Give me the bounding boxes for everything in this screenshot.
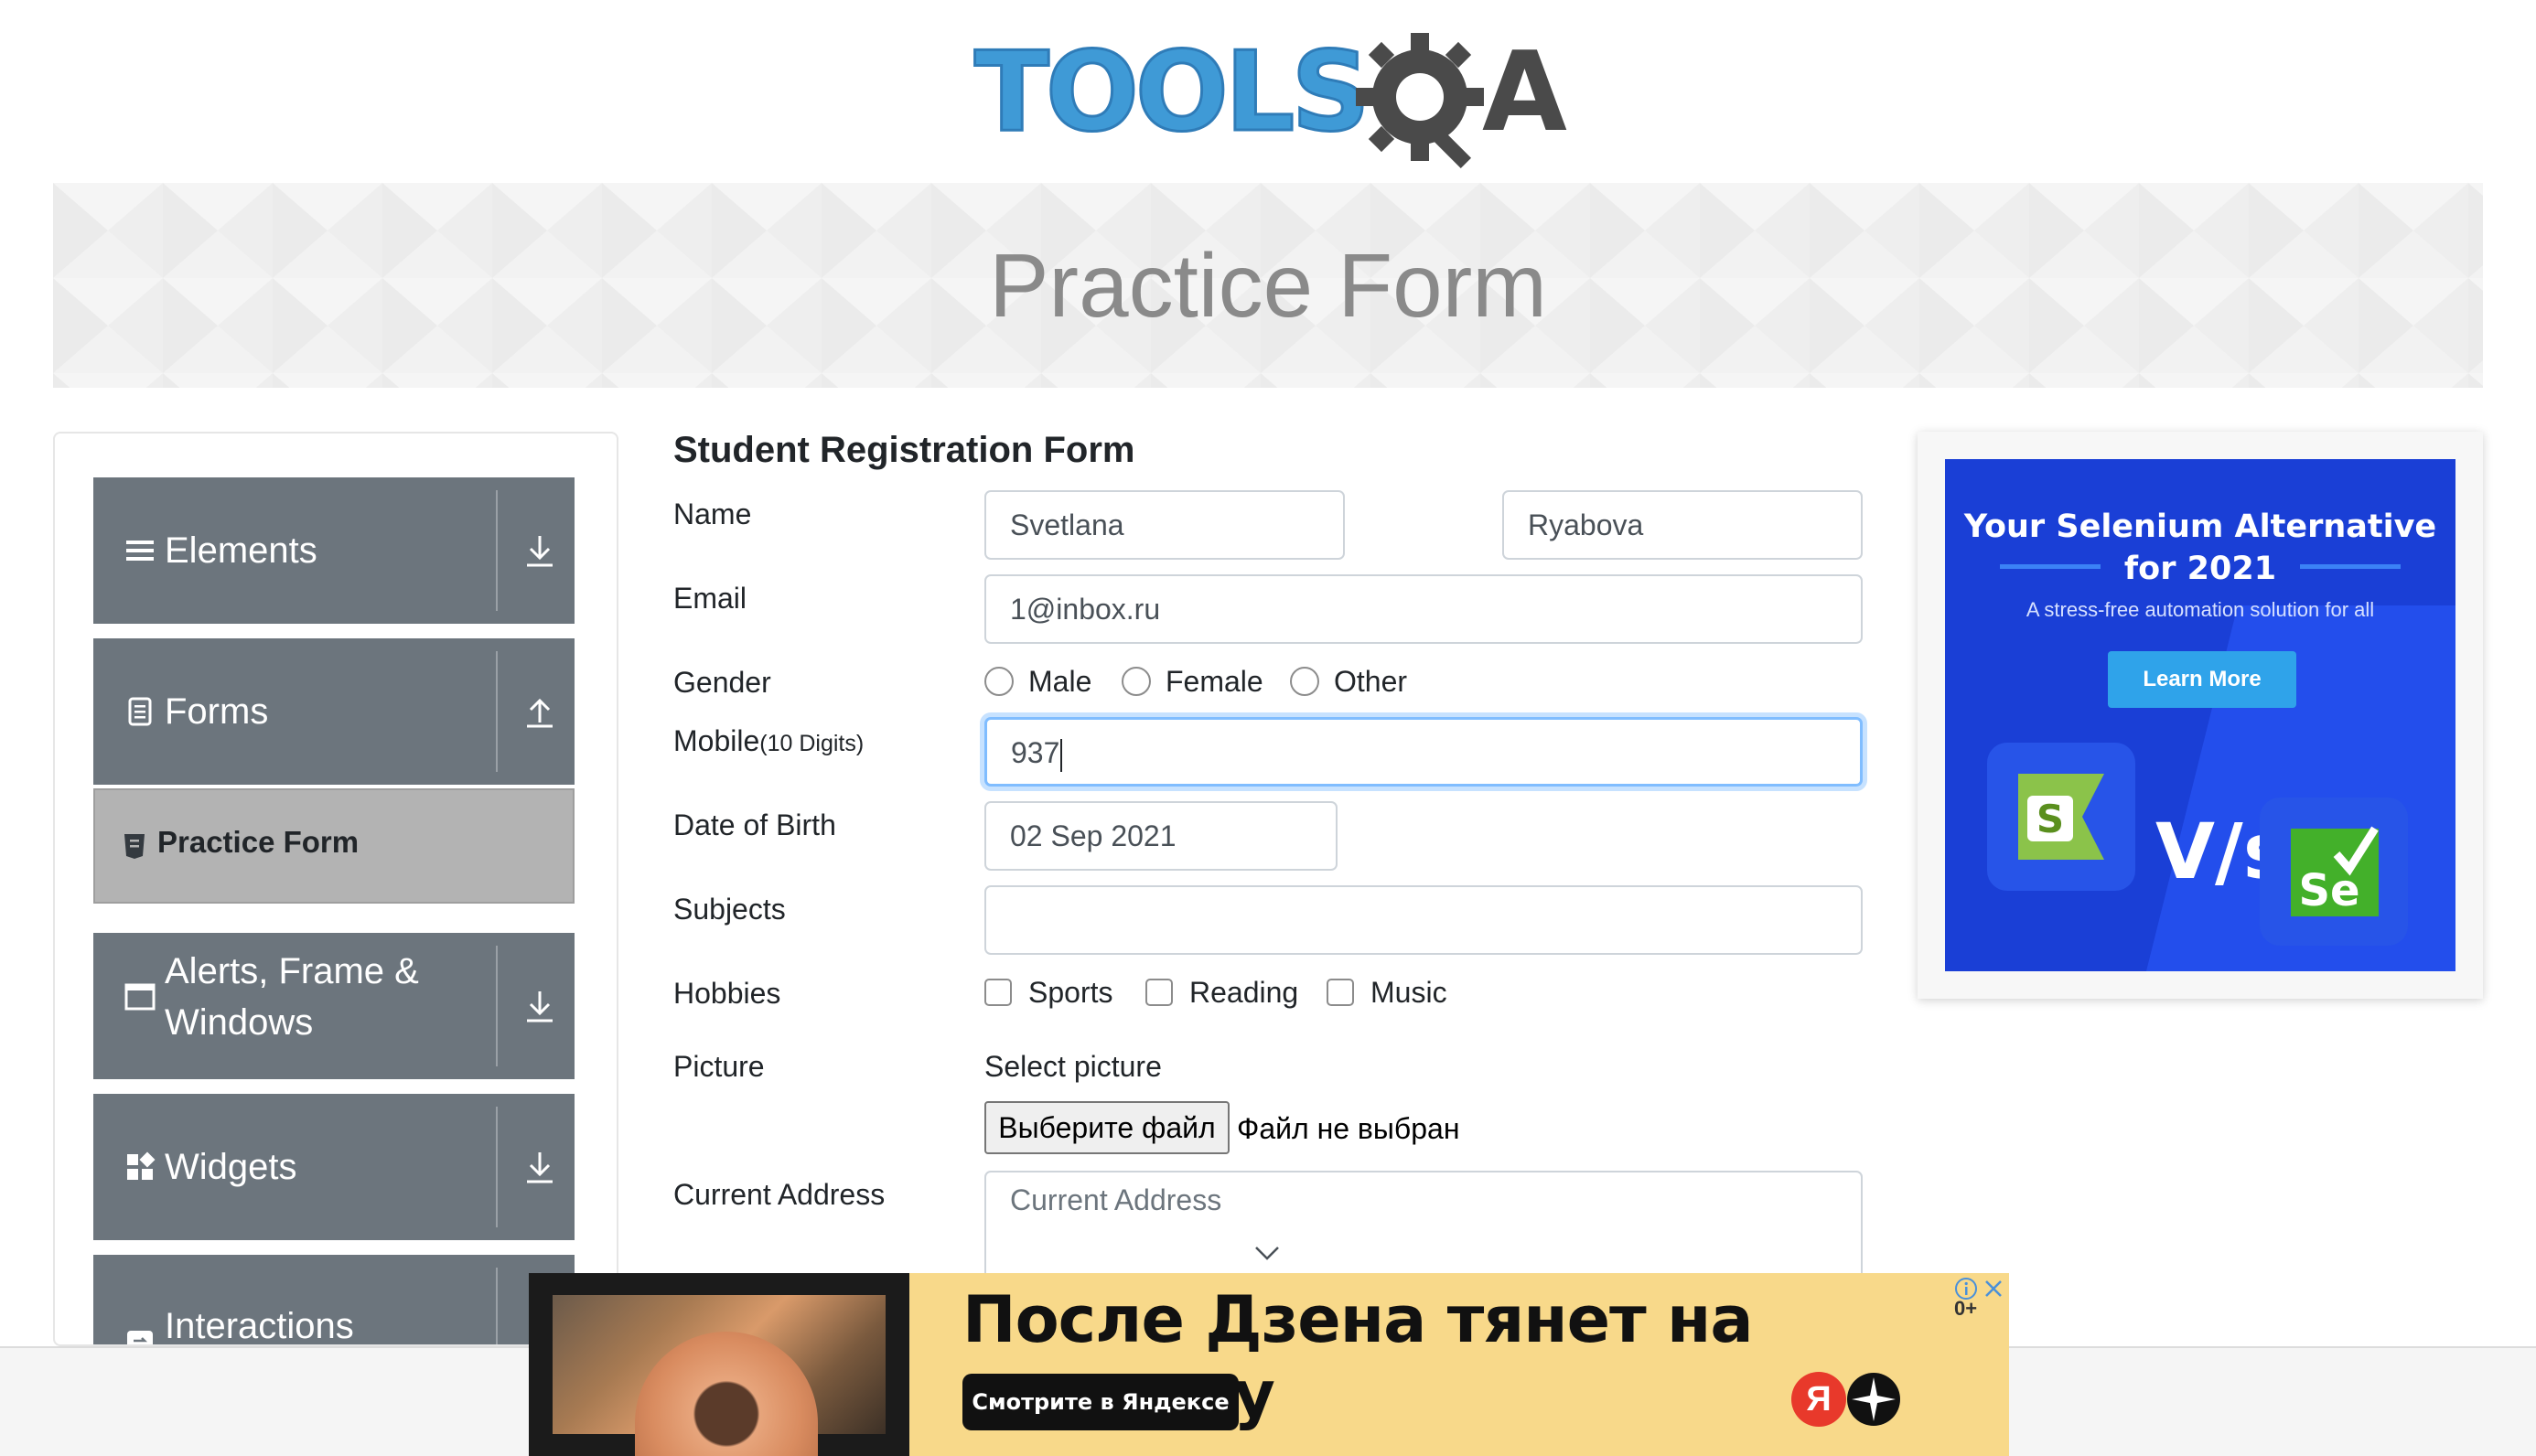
- star-icon: [1847, 1373, 1900, 1426]
- logo-a-text: A: [1482, 29, 1567, 156]
- divider: [496, 490, 498, 611]
- watch-in-yandex-button[interactable]: Смотрите в Яндексе: [962, 1374, 1239, 1430]
- learn-more-button[interactable]: Learn More: [2108, 651, 2296, 708]
- sidebar-group-interactions[interactable]: Interactions: [93, 1255, 575, 1346]
- mobile-input[interactable]: 937: [984, 717, 1863, 787]
- divider: [496, 1107, 498, 1227]
- subjects-label: Subjects: [673, 893, 786, 926]
- ad-s-logo-icon: S: [2018, 774, 2104, 860]
- age-rating: 0+: [1954, 1297, 1978, 1320]
- ad-logo-left: S: [1987, 743, 2135, 891]
- gender-option-label[interactable]: Other: [1334, 665, 1407, 699]
- sidebar-group-label: Widgets: [165, 1147, 297, 1187]
- form-title: Student Registration Form: [673, 430, 1135, 470]
- download-icon[interactable]: [523, 532, 556, 569]
- dob-label: Date of Birth: [673, 808, 836, 841]
- selenium-logo-icon: Se: [2291, 826, 2379, 916]
- email-input[interactable]: 1@inbox.ru: [984, 574, 1863, 644]
- hamburger-icon: [126, 541, 154, 561]
- sidebar-group-alerts[interactable]: Alerts, Frame & Windows: [93, 933, 575, 1079]
- ad-title-line2: for 2021: [2123, 551, 2277, 587]
- name-label: Name: [673, 498, 752, 530]
- ad-logo-letters: Se: [2298, 865, 2359, 916]
- sidebar-item-label: Practice Form: [157, 825, 360, 859]
- yandex-logo: Я: [1791, 1372, 1846, 1427]
- hobby-option-label[interactable]: Reading: [1189, 976, 1298, 1010]
- file-status: Файл не выбран: [1237, 1112, 1460, 1145]
- window-icon: [124, 983, 156, 1011]
- hobby-checkbox-reading[interactable]: [1145, 979, 1173, 1006]
- mobile-value: 937: [1011, 736, 1060, 769]
- sidebar-group-label-line2: Windows: [165, 1002, 314, 1043]
- hobby-option-label[interactable]: Sports: [1028, 976, 1112, 1010]
- gender-radio-female[interactable]: [1122, 667, 1151, 696]
- sidebar-group-label: Alerts, Frame &: [165, 951, 419, 991]
- ad-title-line1: Your Selenium Alternative: [1963, 509, 2437, 545]
- upload-icon[interactable]: [523, 693, 556, 730]
- divider: [496, 946, 498, 1066]
- select-picture-label: Select picture: [984, 1050, 1162, 1083]
- date-of-birth-input[interactable]: 02 Sep 2021: [984, 801, 1338, 871]
- download-icon[interactable]: [523, 1149, 556, 1185]
- close-icon[interactable]: [1982, 1277, 2005, 1301]
- gender-label: Gender: [673, 666, 771, 699]
- sidebar-item-practice-form[interactable]: Practice Form: [93, 788, 575, 904]
- sidebar-group-label: Elements: [165, 530, 317, 571]
- subjects-input[interactable]: [984, 885, 1863, 955]
- last-name-input[interactable]: Ryabova: [1502, 490, 1863, 560]
- page-banner: Practice Form: [53, 183, 2483, 388]
- chevron-down-icon: [1255, 1247, 1279, 1260]
- gender-option-label[interactable]: Female: [1166, 665, 1263, 699]
- sidebar-group-forms[interactable]: Forms: [93, 638, 575, 785]
- interactions-icon: [127, 1331, 153, 1344]
- toolsqa-logo[interactable]: TOOLS A: [973, 27, 1569, 169]
- ad-logo-letter: S: [2036, 797, 2064, 841]
- sidebar-group-label: Forms: [165, 691, 269, 732]
- bottom-advertisement[interactable]: После Дзена тянет на природу Смотрите в …: [529, 1273, 2009, 1456]
- right-advertisement[interactable]: Your Selenium Alternative for 2021 A str…: [1918, 432, 2483, 999]
- hobby-option-label[interactable]: Music: [1370, 976, 1447, 1010]
- gender-radio-other[interactable]: [1290, 667, 1319, 696]
- ad-photo: [553, 1295, 886, 1456]
- choose-file-button[interactable]: Выберите файл: [984, 1101, 1230, 1154]
- divider: [496, 651, 498, 772]
- ad-logo-right: Se: [2260, 798, 2408, 946]
- mobile-hint: (10 Digits): [759, 731, 865, 756]
- ad-tent-image: [635, 1332, 818, 1456]
- download-icon[interactable]: [523, 988, 556, 1024]
- address-placeholder: Current Address: [1010, 1183, 1222, 1216]
- mobile-label: Mobile(10 Digits): [673, 724, 864, 758]
- html-icon: [124, 834, 145, 859]
- gender-option-label[interactable]: Male: [1028, 665, 1091, 699]
- ad-film-frame: [529, 1273, 909, 1456]
- hobby-checkbox-music[interactable]: [1327, 979, 1354, 1006]
- ad-subtitle: A stress-free automation solution for al…: [2026, 598, 2375, 621]
- page-title: Practice Form: [989, 235, 1547, 336]
- text-caret: [1060, 738, 1063, 772]
- ad-banner[interactable]: Your Selenium Alternative for 2021 A str…: [1945, 459, 2455, 971]
- divider: [496, 1268, 498, 1344]
- document-icon: [128, 697, 152, 726]
- logo-tools-text: TOOLS: [973, 29, 1372, 156]
- sidebar-group-label: Interactions: [165, 1306, 354, 1346]
- sidebar: Elements Forms Practice Form Alerts, Fra…: [53, 432, 618, 1346]
- first-name-input[interactable]: Svetlana: [984, 490, 1345, 560]
- logo-gear-icon: [1356, 33, 1484, 169]
- current-address-label: Current Address: [673, 1178, 886, 1211]
- picture-label: Picture: [673, 1050, 765, 1083]
- sidebar-group-widgets[interactable]: Widgets: [93, 1094, 575, 1240]
- sidebar-group-elements[interactable]: Elements: [93, 477, 575, 624]
- mobile-label-text: Mobile: [673, 724, 760, 757]
- hobbies-label: Hobbies: [673, 977, 781, 1010]
- hobby-checkbox-sports[interactable]: [984, 979, 1012, 1006]
- gender-radio-male[interactable]: [984, 667, 1014, 696]
- widgets-icon: [127, 1151, 156, 1180]
- email-label: Email: [673, 582, 747, 615]
